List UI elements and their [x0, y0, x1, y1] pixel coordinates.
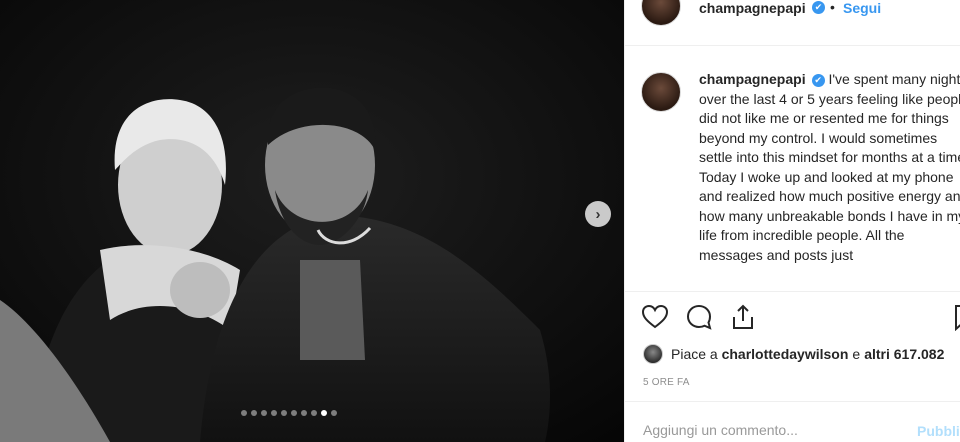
- carousel-dot: [261, 410, 267, 416]
- action-bar: [641, 303, 960, 335]
- caption-text: I've spent many nights over the last 4 o…: [699, 71, 960, 263]
- post-header: champagnepapi ✔ • Segui: [625, 0, 960, 46]
- bookmark-icon[interactable]: [951, 303, 960, 331]
- author-username[interactable]: champagnepapi: [699, 0, 806, 16]
- post-photo[interactable]: ›: [0, 0, 624, 442]
- chevron-right-icon: ›: [595, 205, 601, 223]
- likes-count-link[interactable]: altri 617.082: [864, 346, 944, 362]
- caption-body: champagnepapi ✔ I've spent many nights ov…: [699, 70, 960, 265]
- carousel-dot: [241, 410, 247, 416]
- carousel-indicator: [241, 410, 337, 416]
- share-icon[interactable]: [729, 303, 757, 331]
- divider: [625, 401, 960, 402]
- carousel-dot: [251, 410, 257, 416]
- heart-icon[interactable]: [641, 303, 669, 331]
- next-photo-button[interactable]: ›: [585, 201, 611, 227]
- follow-button[interactable]: Segui: [843, 0, 881, 16]
- author-avatar[interactable]: [641, 0, 681, 26]
- post-timestamp[interactable]: 5 ORE FA: [643, 377, 690, 388]
- photo-scene: [0, 0, 624, 442]
- carousel-dot: [321, 410, 327, 416]
- carousel-dot: [331, 410, 337, 416]
- carousel-dot: [271, 410, 277, 416]
- carousel-dot: [301, 410, 307, 416]
- caption-avatar[interactable]: [641, 72, 681, 112]
- likes-prefix: Piace a: [671, 346, 718, 362]
- likes-summary: Piace a charlottedaywilson e altri 617.0…: [643, 344, 944, 364]
- caption-username[interactable]: champagnepapi: [699, 71, 806, 87]
- carousel-dot: [311, 410, 317, 416]
- carousel-dot: [291, 410, 297, 416]
- header-separator: •: [830, 0, 835, 15]
- liker-avatar[interactable]: [643, 344, 663, 364]
- publish-button[interactable]: Pubblica: [917, 423, 960, 439]
- carousel-dot: [281, 410, 287, 416]
- comment-icon[interactable]: [685, 303, 713, 331]
- likes-conjunction: e: [852, 346, 861, 362]
- caption-verified-badge-icon: ✔: [811, 73, 825, 87]
- comment-input[interactable]: [643, 422, 883, 438]
- post-side-panel: champagnepapi ✔ • Segui champagnepapi ✔ I…: [624, 0, 960, 442]
- divider: [625, 291, 960, 292]
- liker-username[interactable]: charlottedaywilson: [722, 346, 849, 362]
- verified-badge-icon: ✔: [812, 1, 825, 14]
